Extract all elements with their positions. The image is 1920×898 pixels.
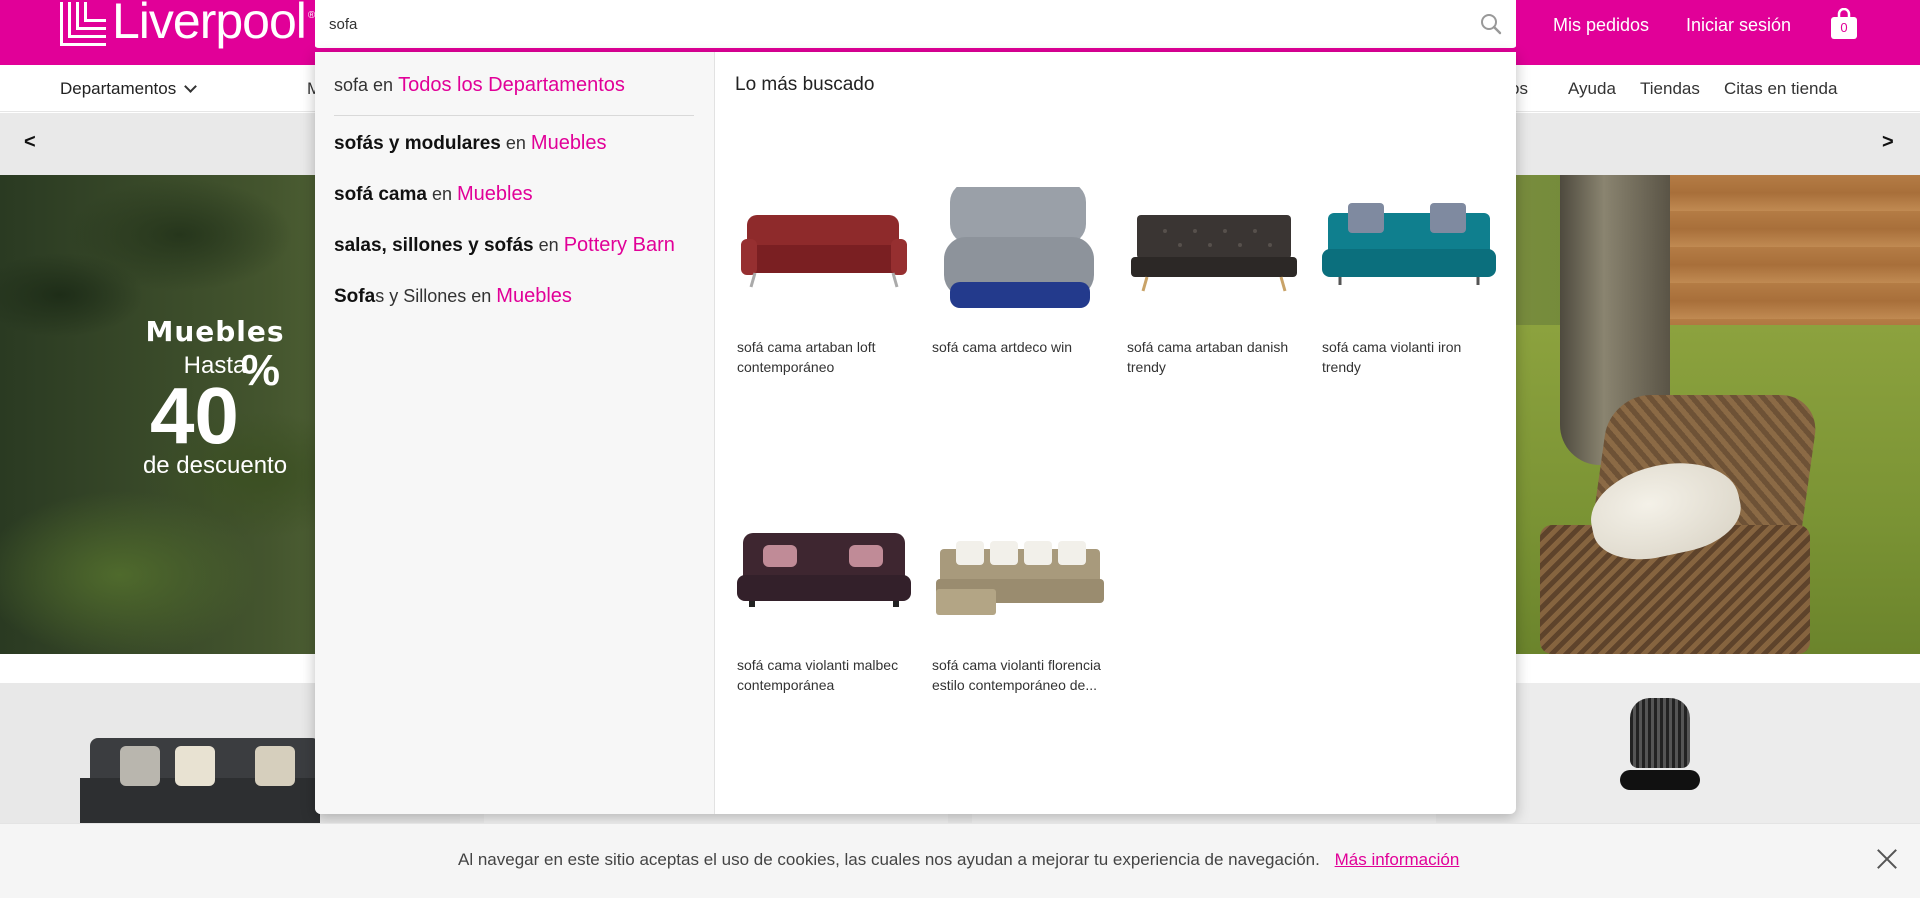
product-card[interactable]: sofá cama violanti malbec contemporánea [735, 505, 913, 695]
search-box [315, 0, 1516, 50]
login-link[interactable]: Iniciar sesión [1686, 15, 1791, 36]
search-input[interactable] [329, 0, 1449, 48]
red-sofa-image [741, 215, 907, 288]
nav-item-help[interactable]: Ayuda [1568, 79, 1616, 99]
carousel-next-button[interactable]: > [1882, 131, 1894, 154]
promo-percent-value: 40 [149, 371, 239, 460]
suggestion-item[interactable]: salas, sillones y sofás en Pottery Barn [334, 234, 694, 257]
suggestion-connector: en [505, 133, 526, 153]
suggestions-column: sofa en Todos los Departamentos sofás y … [315, 52, 715, 814]
suggestion-item[interactable]: Sofas y Sillones en Muebles [334, 285, 694, 308]
suggestion-dept: Muebles [530, 132, 607, 154]
cookie-banner: Al navegar en este sitio aceptas el uso … [0, 823, 1920, 898]
promo-text: Muebles Hasta 40% de descuento [130, 315, 300, 480]
suggestion-connector: en [471, 285, 492, 306]
cookie-text: Al navegar en este sitio aceptas el uso … [458, 850, 1320, 869]
product-card[interactable]: sofá cama artaban loft contemporáneo [735, 187, 913, 377]
suggestion-bold: Sofa [334, 285, 376, 307]
liverpool-logo[interactable]: Liverpool ® [60, 0, 315, 50]
suggestion-connector: en [538, 234, 559, 255]
search-suggestions-dropdown: sofa en Todos los Departamentos sofás y … [315, 52, 1516, 814]
suggestion-bold: salas, sillones y sofás [334, 234, 534, 256]
category-card-office[interactable] [1460, 683, 1920, 823]
suggestion-dept: Todos los Departamentos [398, 74, 625, 96]
suggestion-dept: Muebles [496, 284, 572, 307]
suggestion-term: sofa [334, 75, 369, 95]
departments-label: Departamentos [60, 79, 177, 98]
sectional-sofa-image [936, 541, 1104, 615]
my-orders-link[interactable]: Mis pedidos [1553, 15, 1649, 36]
suggestion-item[interactable]: sofás y modulares en Muebles [334, 132, 694, 155]
chevron-down-icon [184, 80, 198, 93]
search-icon[interactable] [1480, 13, 1502, 35]
carousel-prev-button[interactable]: < [24, 131, 36, 154]
cookie-more-info-link[interactable]: Más información [1335, 850, 1460, 869]
suggestion-rest: s y Sillones [375, 285, 467, 306]
teal-sofa-image [1322, 203, 1496, 285]
suggestion-item[interactable]: sofá cama en Muebles [334, 183, 694, 206]
nav-item-appointments[interactable]: Citas en tienda [1724, 79, 1837, 99]
promo-title: Muebles [145, 315, 285, 348]
wicker-chair-image [1530, 395, 1821, 654]
gray-chair-image [944, 182, 1094, 308]
suggestion-connector: en [373, 75, 394, 95]
plum-sofa-image [737, 533, 911, 607]
product-card[interactable]: sofá cama artaban danish trendy [1125, 187, 1303, 377]
suggestion-dept: Pottery Barn [563, 233, 675, 256]
office-chair-image [1620, 698, 1700, 823]
nav-item-stores[interactable]: Tiendas [1640, 79, 1700, 99]
suggestion-dept: Muebles [457, 182, 533, 205]
sectional-sofa-image [80, 738, 320, 823]
promo-percent-sign: % [240, 346, 281, 396]
product-card[interactable]: sofá cama violanti iron trendy [1320, 187, 1498, 377]
suggestion-connector: en [431, 183, 452, 204]
suggestion-bold: sofás y modulares [334, 133, 501, 154]
shopping-bag-button[interactable]: 0 [1830, 7, 1858, 40]
logo-mark-icon [60, 2, 106, 48]
cart-count-badge: 0 [1840, 20, 1848, 35]
promo-percent: 40% [150, 349, 280, 456]
dark-sofa-image [1131, 215, 1297, 292]
suggestion-all-departments[interactable]: sofa en Todos los Departamentos [334, 74, 694, 116]
top-searched-column: Lo más buscado sofá cama artaban loft co… [715, 52, 1516, 814]
cookie-message: Al navegar en este sitio aceptas el uso … [458, 850, 1459, 870]
top-searched-title: Lo más buscado [735, 74, 875, 95]
close-icon[interactable] [1876, 848, 1898, 870]
departments-menu[interactable]: Departamentos [60, 79, 198, 99]
logo-text: Liverpool [112, 0, 307, 49]
product-card[interactable]: sofá cama artdeco win [930, 182, 1108, 357]
suggestion-bold: sofá cama [334, 183, 427, 205]
product-card[interactable]: sofá cama violanti florencia estilo cont… [930, 505, 1108, 695]
